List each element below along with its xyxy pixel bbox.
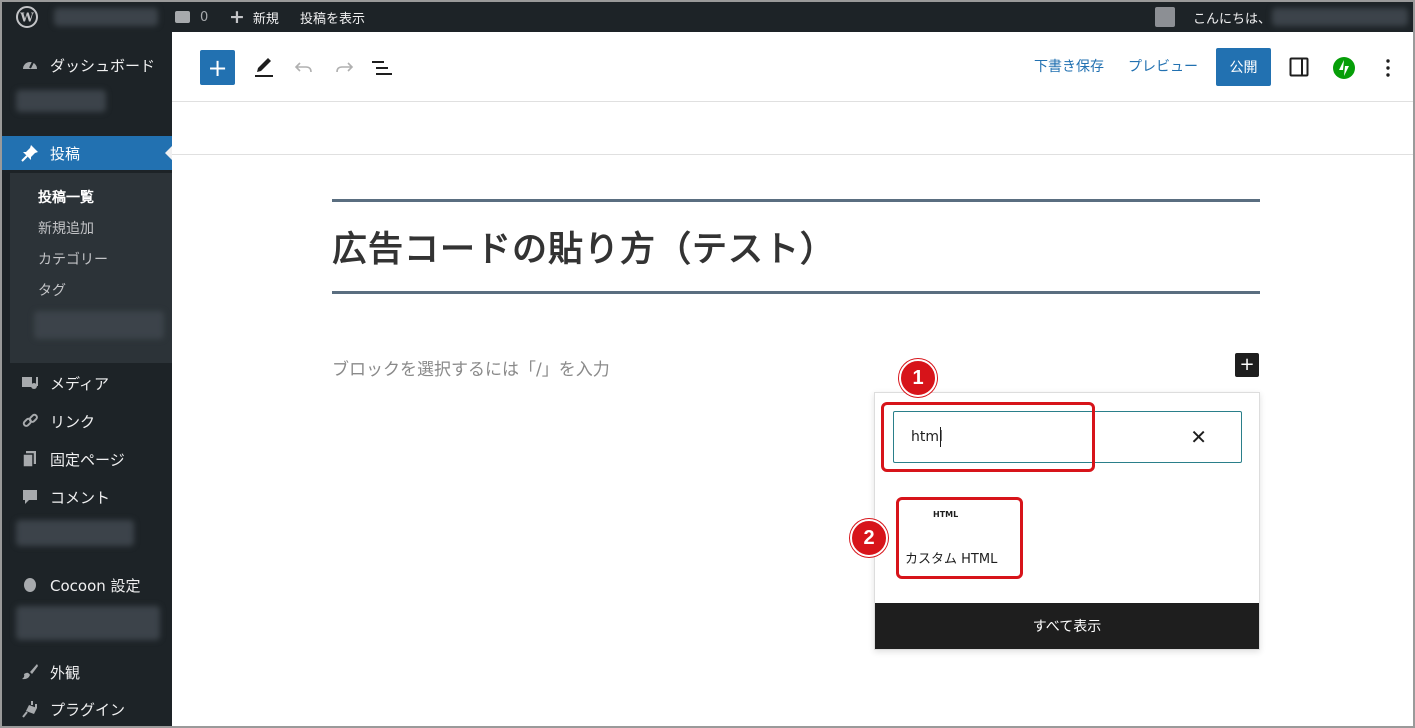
submenu-add-new[interactable]: 新規追加: [38, 218, 94, 238]
sidebar-label-links: リンク: [50, 412, 96, 431]
sidebar-item-comments[interactable]: コメント: [2, 480, 172, 514]
plus-icon: +: [229, 6, 245, 28]
comments-count: 0: [200, 9, 209, 25]
media-icon: [19, 374, 41, 392]
submenu-tags[interactable]: タグ: [38, 280, 66, 300]
link-icon: [19, 412, 41, 430]
sidebar-item-posts[interactable]: 投稿: [2, 136, 172, 170]
sidebar-toggle-icon: [1289, 57, 1309, 77]
new-label: 新規: [252, 11, 279, 27]
sidebar-item-plugins[interactable]: プラグイン: [2, 692, 172, 726]
sidebar-item-links[interactable]: リンク: [2, 404, 172, 438]
wordpress-logo-icon[interactable]: W: [16, 2, 38, 32]
plus-icon: +: [1239, 354, 1255, 375]
settings-sidebar-button[interactable]: [1288, 56, 1310, 78]
svg-text:W: W: [19, 11, 34, 25]
user-account[interactable]: こんにちは、: [1155, 2, 1271, 32]
sidebar-item-cocoon-settings[interactable]: Cocoon 設定: [2, 568, 172, 602]
comment-bubble-icon: [175, 11, 190, 23]
annotation-box-1: [881, 402, 1095, 472]
blurred-menu-item: [16, 90, 106, 112]
submenu-all-posts[interactable]: 投稿一覧: [38, 187, 94, 207]
sidebar-label-appearance: 外観: [50, 663, 81, 682]
tools-button[interactable]: [252, 54, 276, 80]
editor-toolbar: + 下書き保存 プレビュー 公開: [172, 32, 1413, 102]
sidebar-label-comments: コメント: [50, 488, 111, 507]
sidebar-label-media: メディア: [50, 374, 109, 393]
sidebar-item-dashboard[interactable]: ダッシュボード: [2, 48, 172, 82]
sidebar-label-cocoon: Cocoon 設定: [50, 576, 141, 595]
view-post-label: 投稿を表示: [300, 11, 366, 27]
sidebar-item-media[interactable]: メディア: [2, 366, 172, 400]
sidebar-item-pages[interactable]: 固定ページ: [2, 442, 172, 476]
blurred-menu-item: [16, 520, 134, 546]
header-band: [172, 103, 1413, 155]
post-title[interactable]: 広告コードの貼り方（テスト）: [332, 221, 836, 272]
blurred-submenu-item: [34, 311, 164, 339]
admin-sidebar: ダッシュボード 投稿 投稿一覧 新規追加 カテゴリー タグ メディア リンク 固…: [2, 32, 188, 726]
editor-canvas: 広告コードの貼り方（テスト） ブロックを選択するには「/」を入力 + html …: [172, 103, 1413, 726]
annotation-box-2: [896, 497, 1023, 579]
sidebar-item-appearance[interactable]: 外観: [2, 655, 172, 689]
posts-submenu: 投稿一覧 新規追加 カテゴリー タグ: [10, 173, 188, 363]
pages-icon: [19, 450, 41, 468]
paintbrush-icon: [19, 663, 41, 681]
pushpin-icon: [19, 144, 41, 162]
plugin-icon: [19, 700, 41, 718]
list-view-icon: [372, 61, 392, 75]
username-blurred: [1272, 8, 1408, 26]
undo-button[interactable]: [292, 56, 316, 80]
comment-bubble-icon: [19, 488, 41, 506]
submenu-categories[interactable]: カテゴリー: [38, 249, 108, 269]
view-post-link[interactable]: 投稿を表示: [300, 2, 365, 32]
site-name-blurred[interactable]: [54, 8, 158, 26]
pencil-icon: [255, 58, 273, 77]
sidebar-label-pages: 固定ページ: [50, 450, 125, 469]
screenshot-frame: W 0 + 新規 投稿を表示 こんにちは、 ダッシュボード 投稿 投稿一覧 新規…: [0, 0, 1415, 728]
avatar: [1155, 7, 1175, 27]
options-button[interactable]: [1376, 56, 1400, 80]
jetpack-icon: [1333, 57, 1355, 79]
block-placeholder[interactable]: ブロックを選択するには「/」を入力: [332, 355, 610, 380]
annotation-badge-1: 1: [899, 359, 937, 397]
redo-icon: [336, 62, 354, 73]
undo-icon: [294, 62, 312, 73]
clear-search-icon[interactable]: ✕: [1190, 425, 1207, 449]
sidebar-label-plugins: プラグイン: [50, 700, 126, 719]
title-bottom-rule: [332, 291, 1260, 294]
new-content-link[interactable]: + 新規: [229, 2, 279, 32]
title-top-rule: [332, 199, 1260, 202]
admin-bar: W 0 + 新規 投稿を表示 こんにちは、: [2, 2, 1413, 32]
greeting-text: こんにちは、: [1193, 11, 1272, 27]
sidebar-label-dashboard: ダッシュボード: [50, 56, 156, 75]
publish-button[interactable]: 公開: [1216, 48, 1271, 86]
cocoon-icon: [19, 576, 41, 594]
redo-button[interactable]: [332, 56, 356, 80]
comments-link[interactable]: 0: [175, 2, 208, 32]
inline-add-block-button[interactable]: +: [1235, 353, 1259, 377]
more-vertical-icon: [1386, 59, 1390, 77]
sidebar-label-posts: 投稿: [50, 144, 81, 163]
jetpack-button[interactable]: [1332, 56, 1356, 80]
document-overview-button[interactable]: [370, 56, 394, 80]
preview-button[interactable]: プレビュー: [1128, 56, 1198, 76]
save-draft-button[interactable]: 下書き保存: [1034, 56, 1104, 76]
plus-icon: +: [207, 53, 228, 82]
blurred-menu-item: [16, 606, 160, 640]
annotation-badge-2: 2: [850, 519, 888, 557]
add-block-button[interactable]: +: [200, 50, 235, 85]
dashboard-icon: [19, 56, 41, 74]
show-all-button[interactable]: すべて表示: [875, 603, 1259, 649]
